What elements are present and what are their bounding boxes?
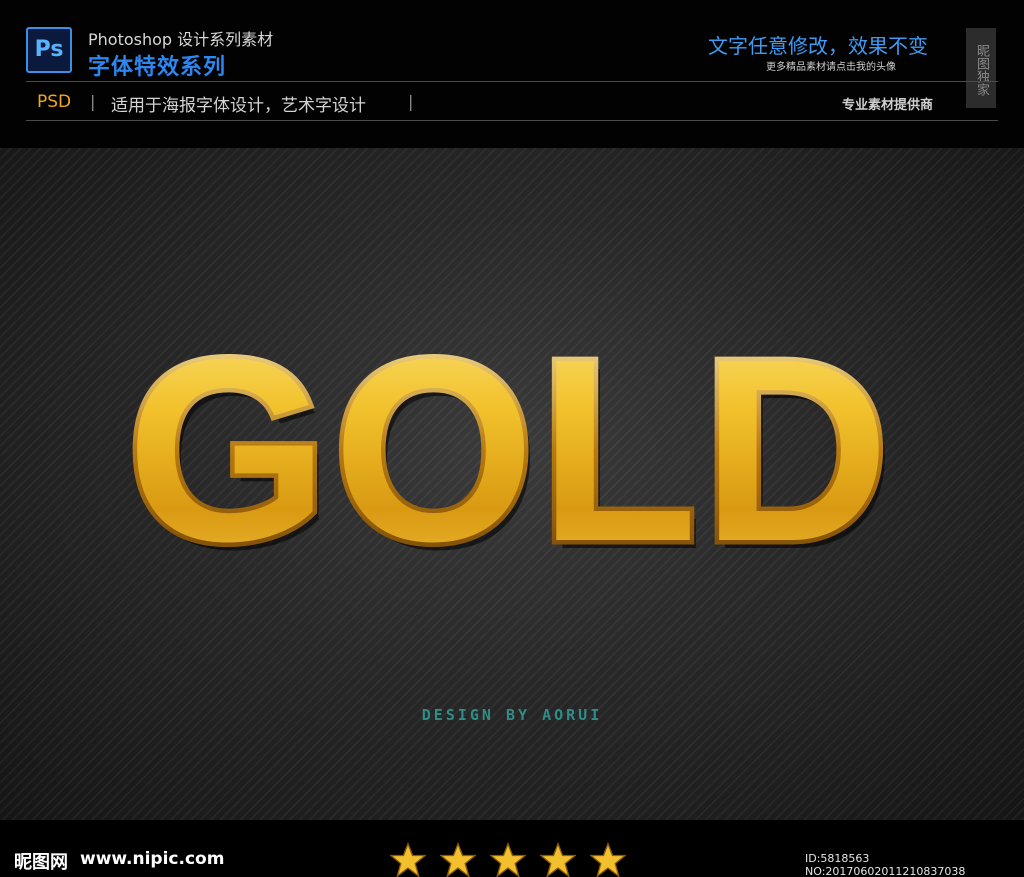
header: Ps Photoshop 设计系列素材 字体特效系列 文字任意修改，效果不变 更… xyxy=(0,0,1024,148)
series-title: Photoshop 设计系列素材 xyxy=(88,30,274,49)
star-icon xyxy=(590,842,626,877)
star-icon xyxy=(390,842,426,877)
header-divider-top xyxy=(26,81,998,82)
footer: 昵图网 www.nipic.com ID:5818563 NO:20170602… xyxy=(0,820,1024,877)
site-url[interactable]: www.nipic.com xyxy=(80,849,224,869)
format-label: PSD xyxy=(37,92,72,112)
image-id: ID:5818563 NO:20170602011210837038 xyxy=(805,852,966,877)
design-credit: DESIGN BY AORUI xyxy=(421,706,603,724)
provider-text: 专业素材提供商 xyxy=(842,98,934,113)
tagline-main: 文字任意修改，效果不变 xyxy=(708,34,928,58)
artwork-canvas: GOLD GOLD DESIGN BY AORUI xyxy=(0,148,1024,820)
exclusive-badge: 昵图独家 xyxy=(966,28,996,108)
photoshop-icon: Ps xyxy=(26,27,72,73)
usage-text: 适用于海报字体设计，艺术字设计 xyxy=(111,96,366,116)
tagline-sub[interactable]: 更多精品素材请点击我的头像 xyxy=(766,58,896,73)
headline-text: GOLD xyxy=(126,328,893,568)
series-subtitle: 字体特效系列 xyxy=(88,55,227,80)
star-icon xyxy=(490,842,526,877)
gold-headline: GOLD GOLD xyxy=(122,328,896,568)
header-divider-bottom xyxy=(26,120,998,121)
rating-stars xyxy=(390,842,626,877)
star-icon xyxy=(440,842,476,877)
divider-bar: | xyxy=(90,92,96,111)
site-logo[interactable]: 昵图网 xyxy=(14,848,68,874)
divider-bar: | xyxy=(408,92,414,111)
star-icon xyxy=(540,842,576,877)
